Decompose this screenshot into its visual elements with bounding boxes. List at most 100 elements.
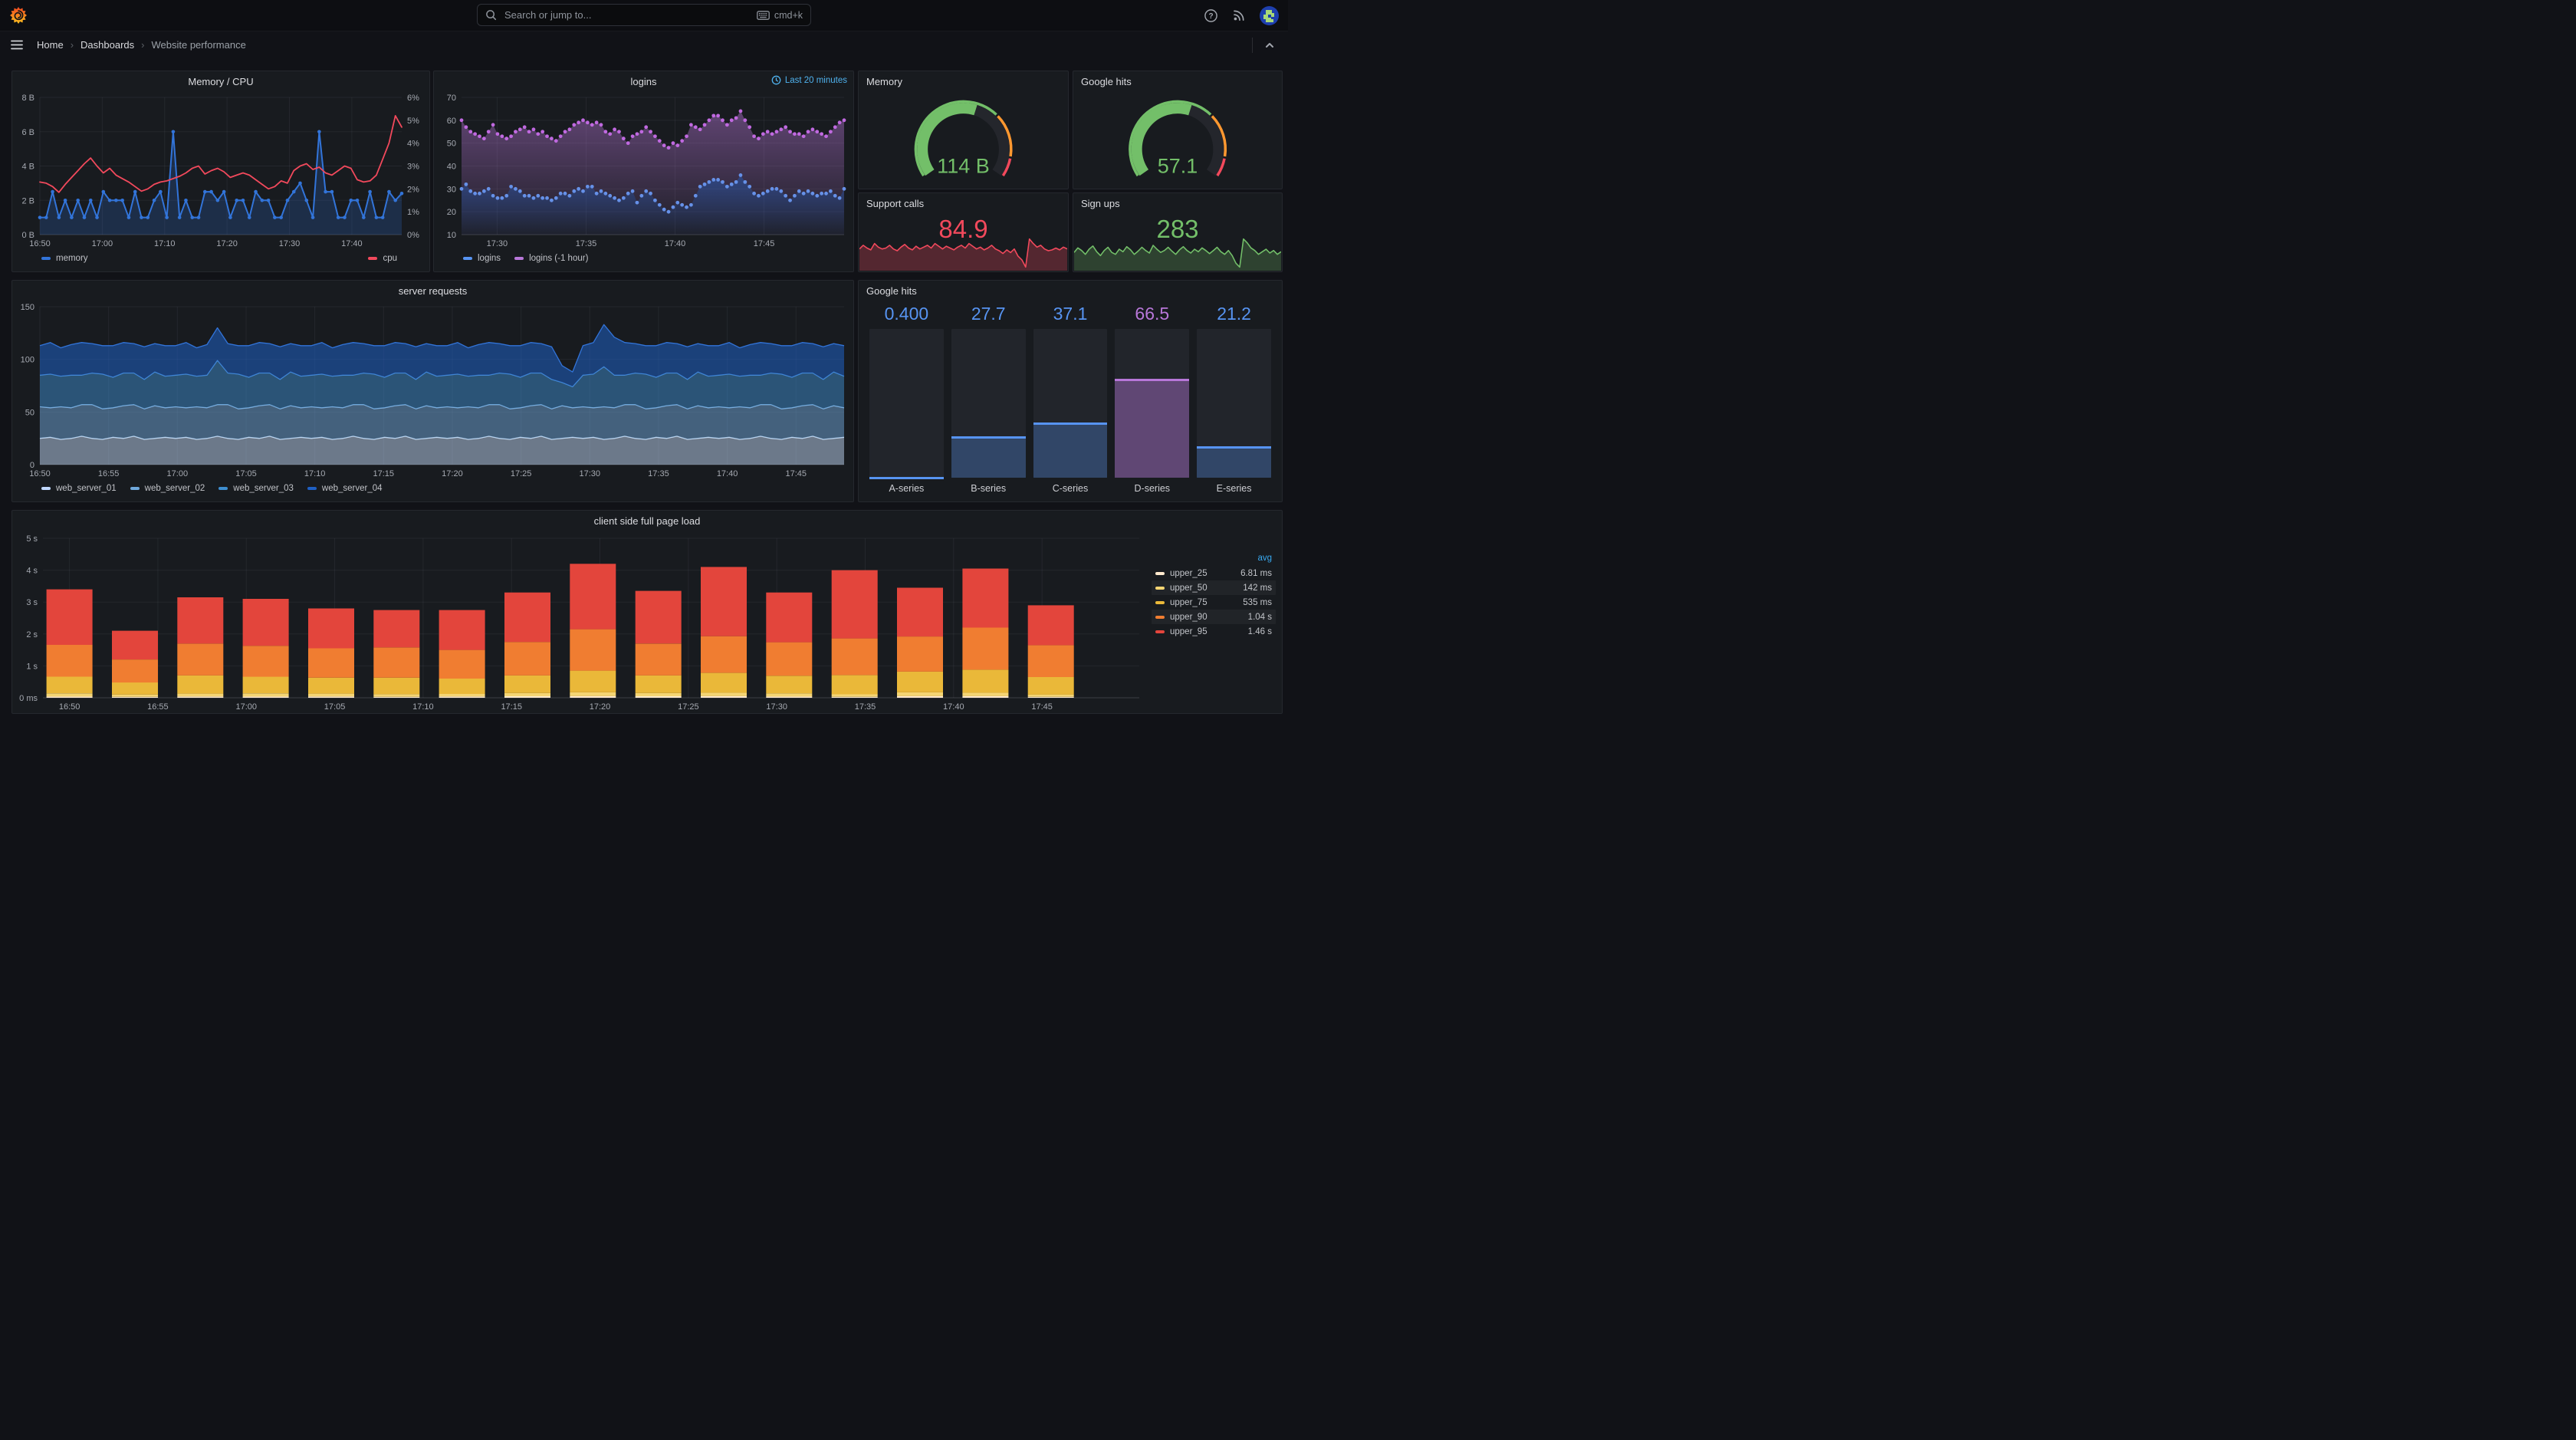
legend-item-logins[interactable]: logins	[463, 254, 501, 263]
bar-segment-upper_90	[46, 644, 93, 677]
legend-item-web-server-04[interactable]: web_server_04	[307, 484, 383, 493]
bar-gauge-track	[1033, 329, 1108, 478]
keyboard-icon	[756, 10, 770, 20]
panel-title[interactable]: Memory / CPU	[188, 76, 253, 87]
bar-segment-upper_95	[831, 570, 878, 639]
axis-tick-label: 17:15	[501, 702, 522, 712]
avatar[interactable]	[1260, 5, 1279, 25]
logins-chart: 10 20 30 40 50 60 70 17:30 17:35 17:40 17:45	[434, 91, 853, 250]
bar-segment-upper_90	[1027, 645, 1074, 677]
bar-gauge-cap	[951, 436, 1026, 439]
bar-segment-upper_50	[570, 692, 616, 696]
panel-time-range[interactable]: Last 20 minutes	[771, 75, 847, 85]
legend-label: logins (-1 hour)	[529, 254, 589, 263]
panel-title[interactable]: logins	[631, 76, 657, 87]
bar-gauge-label: D-series	[1134, 483, 1171, 494]
legend-item-web-server-02[interactable]: web_server_02	[130, 484, 205, 493]
panel-title[interactable]: Support calls	[866, 198, 924, 209]
legend-item-upper_50[interactable]: upper_50 142 ms	[1152, 580, 1276, 595]
search-input[interactable]	[503, 8, 751, 21]
bar-gauge-column-b-series: 27.7 B-series	[951, 304, 1026, 495]
bar-segment-upper_50	[439, 694, 485, 697]
legend-swatch	[41, 257, 51, 260]
legend-label: memory	[56, 254, 88, 263]
axis-tick-label: 4 s	[26, 567, 38, 576]
breadcrumb-home[interactable]: Home	[37, 39, 64, 51]
axis-tick-label: 2 s	[26, 630, 38, 639]
axis-tick-label: 0%	[407, 231, 419, 240]
breadcrumb: Home › Dashboards › Website performance	[37, 39, 246, 51]
legend-item-cpu[interactable]: cpu	[368, 254, 397, 263]
server-requests-chart: 0 50 100 150 16:50 16:55 17:00 17:05 17:10 17:15 1…	[12, 301, 853, 480]
legend-item-upper_25[interactable]: upper_25 6.81 ms	[1152, 566, 1276, 580]
bar-gauge-column-d-series: 66.5 D-series	[1115, 304, 1190, 495]
logins-plot: 10 20 30 40 50 60 70 17:30 17:35 17:40 17:45	[447, 94, 846, 248]
axis-tick-label: 30	[447, 185, 456, 194]
bar-gauge-fill	[1197, 445, 1271, 478]
rss-news-icon[interactable]	[1232, 8, 1246, 22]
legend-item-logins-1-hour-[interactable]: logins (-1 hour)	[514, 254, 588, 263]
axis-tick-label: 17:35	[576, 239, 597, 248]
axis-tick-label: 17:40	[665, 239, 686, 248]
panel-support-calls: Support calls 84.9	[858, 192, 1069, 272]
panel-title[interactable]: Google hits	[866, 285, 917, 297]
legend-item-web-server-01[interactable]: web_server_01	[41, 484, 117, 493]
axis-tick-label: 17:25	[678, 702, 699, 712]
grafana-logo-icon[interactable]	[9, 6, 28, 25]
legend-header-avg[interactable]: avg	[1152, 552, 1276, 566]
legend-table: avg upper_25 6.81 ms upper_50 142 ms upper_75…	[1152, 552, 1276, 639]
legend-swatch	[1155, 615, 1165, 619]
bar-segment-upper_25	[962, 695, 1009, 698]
panel-memory-cpu: Memory / CPU 0 B2 B4 B6 B8 B 0% 1% 2% 3% 4% 5%…	[12, 71, 430, 272]
bar-gauge-label: E-series	[1216, 483, 1252, 494]
axis-tick-label: 17:00	[92, 239, 113, 248]
legend-label: upper_50	[1170, 583, 1208, 593]
axis-tick-label: 17:25	[511, 469, 532, 478]
bar-gauge-cap	[869, 476, 944, 479]
panel-title[interactable]: Memory	[866, 76, 902, 87]
gauge-value: 114 B	[937, 154, 990, 177]
axis-tick-label: 17:30	[487, 239, 508, 248]
panel-title[interactable]: server requests	[399, 285, 468, 297]
legend-item-upper_90[interactable]: upper_90 1.04 s	[1152, 610, 1276, 624]
legend-label: web_server_01	[56, 484, 117, 493]
axis-tick-label: 60	[447, 117, 456, 126]
legend-avg-value: 142 ms	[1243, 583, 1272, 593]
bar-segment-upper_75	[177, 675, 224, 694]
panel-title[interactable]: client side full page load	[594, 515, 701, 527]
legend-swatch	[41, 487, 51, 490]
legend-item-upper_95[interactable]: upper_95 1.46 s	[1152, 624, 1276, 639]
help-icon[interactable]: ?	[1204, 8, 1218, 23]
bar-segment-upper_75	[701, 672, 747, 693]
menu-toggle-icon[interactable]	[11, 40, 23, 50]
global-search[interactable]: cmd+k	[477, 4, 811, 26]
gauge-value: 57.1	[1158, 154, 1198, 177]
legend-label: web_server_03	[233, 484, 294, 493]
bar-segment-upper_95	[242, 599, 289, 646]
support-calls-sparkline	[859, 235, 1068, 271]
breadcrumb-dashboards[interactable]: Dashboards	[80, 39, 134, 51]
divider	[1252, 37, 1253, 53]
bar-segment-upper_50	[831, 694, 878, 697]
bar-segment-upper_75	[373, 677, 420, 695]
legend-avg-value: 6.81 ms	[1240, 568, 1272, 578]
panel-title[interactable]: Google hits	[1081, 76, 1132, 87]
axis-tick-label: 17:10	[154, 239, 176, 248]
bar-segment-upper_75	[635, 675, 682, 693]
legend-item-memory[interactable]: memory	[41, 254, 88, 263]
support_calls-sparkline	[859, 238, 1068, 271]
legend-item-upper_75[interactable]: upper_75 535 ms	[1152, 595, 1276, 610]
google_hits_gauge-svg: 57.1	[1129, 100, 1227, 177]
bar-segment-upper_90	[962, 627, 1009, 670]
legend-label: upper_95	[1170, 626, 1208, 636]
collapse-chevron-up-icon[interactable]	[1263, 39, 1276, 51]
legend-label: web_server_04	[321, 484, 383, 493]
panel-title[interactable]: Sign ups	[1081, 198, 1120, 209]
chevron-right-icon: ›	[70, 39, 74, 51]
bar-segment-upper_50	[1027, 694, 1074, 697]
legend-item-web-server-03[interactable]: web_server_03	[219, 484, 294, 493]
bar-segment-upper_50	[962, 692, 1009, 696]
chart-legend: web_server_01 web_server_02 web_server_03 w…	[12, 480, 853, 501]
memory_cpu-plot: 0 B2 B4 B6 B8 B0%1%2%3%4%5%6%16:50 17:00 1…	[21, 94, 419, 248]
axis-tick-label: 0 ms	[19, 694, 38, 703]
